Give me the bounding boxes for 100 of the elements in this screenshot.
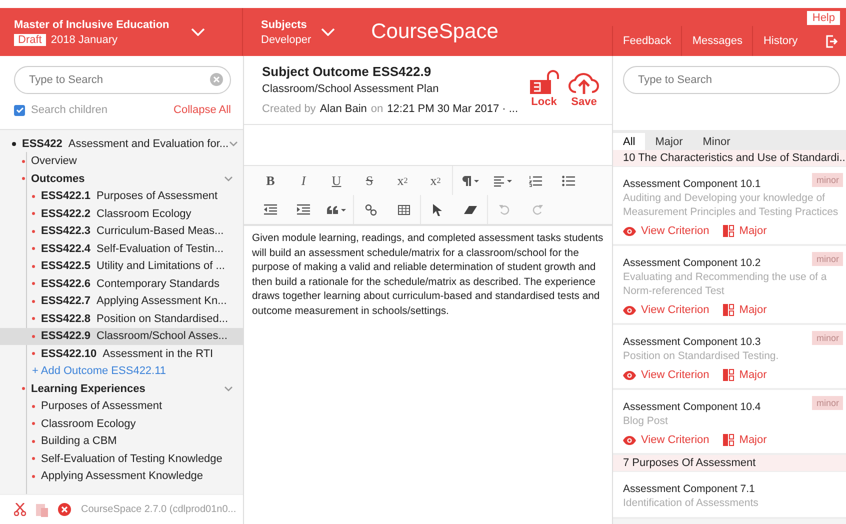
chevron-down-icon[interactable]	[224, 386, 233, 392]
status-badge: Draft	[14, 34, 46, 46]
bullet-list-icon[interactable]	[562, 174, 575, 186]
major-link[interactable]: Major	[723, 304, 767, 316]
item-title: Assessment and Evaluation for...	[68, 138, 229, 150]
item-code: ESS422	[22, 138, 62, 150]
checkbox[interactable]	[14, 104, 25, 116]
tree-item[interactable]: Self-Evaluation of Testing Knowledge	[0, 450, 243, 468]
help-button[interactable]: Help	[807, 11, 840, 25]
indent-icon[interactable]	[297, 204, 310, 215]
item-title: Applying Assessment Knowledge	[41, 470, 204, 482]
item-code: ESS422.8	[41, 312, 91, 325]
view-criterion-link[interactable]: View Criterion	[623, 369, 710, 381]
item-code: ESS422.5	[41, 260, 91, 272]
tree-item[interactable]: ESS422.5 Utility and Limitations of ...	[0, 258, 243, 275]
checkbox-label: Search children	[31, 104, 108, 116]
layout-icon	[723, 369, 734, 381]
tree-item[interactable]: ESS422 Assessment and Evaluation for...	[0, 135, 243, 152]
eye-icon	[623, 306, 636, 314]
group-header: 10 The Characteristics and Use of Standardi...	[613, 150, 846, 167]
view-criterion-link[interactable]: View Criterion	[623, 225, 710, 237]
tree-item[interactable]: ESS422.7 Applying Assessment Kn...	[0, 292, 243, 310]
format-button[interactable]: I	[287, 166, 320, 195]
criterion-description: Position on Standardised Testing.	[623, 349, 780, 363]
tree-item[interactable]: Applying Assessment Knowledge	[0, 468, 243, 485]
filter-tab[interactable]: All	[613, 133, 646, 150]
outdent-icon[interactable]	[264, 204, 277, 215]
tree-item[interactable]: ESS422.9 Classroom/School Asses...	[0, 328, 243, 345]
view-criterion-link[interactable]: View Criterion	[623, 304, 710, 316]
item-code: ESS422.9	[41, 330, 91, 342]
criterion-title: Assessment Component 10.1	[623, 178, 762, 190]
lock-button[interactable]: Lock	[526, 70, 562, 108]
align-icon[interactable]	[492, 174, 512, 186]
eye-icon	[623, 436, 636, 444]
tree-item[interactable]: Purposes of Assessment	[0, 398, 243, 415]
tree-item[interactable]: Building a CBM	[0, 432, 243, 450]
outcome-description[interactable]: Given module learning, readings, and completed assessment tasks students will build an assessment schedule/matrix for a classroom/school for the purpose of making a valid and reliable determination of student growth and then build a rationale for the schedule/matrix as described. The experience draws together learning about curriculum-based and standardised tests and outcome measurement in schools/settings.	[244, 226, 612, 325]
item-title: Self-Evaluation of Testin...	[96, 242, 224, 255]
tree-item[interactable]: ESS422.1 Purposes of Assessment	[0, 188, 243, 205]
author-name: Alan Bain	[320, 103, 367, 115]
criterion-description: Evaluating and Recommending the use of a Norm-referenced Test	[623, 270, 828, 298]
item-code: ESS422.4	[41, 242, 91, 255]
chevron-down-icon[interactable]	[224, 176, 233, 182]
weight-badge: minor	[812, 252, 843, 266]
tree-item[interactable]: ESS422.3 Curriculum-Based Meas...	[0, 222, 243, 240]
table-icon[interactable]	[398, 204, 410, 214]
format-button[interactable]: B	[254, 166, 287, 195]
tree-item[interactable]: ESS422.2 Classroom Ecology	[0, 205, 243, 222]
weight-badge: minor	[812, 331, 843, 345]
paragraph-icon[interactable]	[460, 174, 480, 186]
item-title: Purposes of Assessment	[96, 190, 218, 202]
search-field[interactable]: Type to Search	[623, 66, 840, 94]
major-link[interactable]: Major	[723, 225, 767, 237]
created-date: 12:21 PM 30 Mar 2017 · ...	[387, 103, 518, 115]
tree-item[interactable]: ESS422.6 Contemporary Standards	[0, 275, 243, 292]
chevron-down-icon[interactable]	[228, 140, 238, 147]
tree-item[interactable]: Classroom Ecology	[0, 415, 243, 432]
item-title: Purposes of Assessment	[41, 400, 162, 412]
eraser-icon[interactable]	[464, 204, 477, 214]
program-term: 2018 January	[50, 34, 118, 46]
meta-label: on	[370, 103, 384, 115]
search-field[interactable]: Type to Search	[14, 66, 231, 94]
ordered-list-icon[interactable]	[529, 174, 542, 186]
item-code: ESS422.2	[41, 208, 91, 220]
item-code: ESS422.3	[41, 225, 91, 238]
tree-item[interactable]: ESS422.8 Position on Standardised...	[0, 310, 243, 328]
tree-item[interactable]: Overview	[0, 152, 243, 170]
link-icon[interactable]	[364, 204, 376, 216]
format-button[interactable]: U	[320, 166, 353, 195]
item-title: Contemporary Standards	[96, 278, 220, 290]
eye-icon	[623, 226, 636, 236]
add-outcome-link[interactable]: + Add Outcome ESS422.11	[32, 365, 166, 378]
program-title: Master of Inclusive Education	[14, 18, 170, 30]
save-button[interactable]: Save	[566, 70, 602, 108]
criterion-description: Identification of Assessments	[623, 496, 760, 510]
tree-item[interactable]: Learning Experiences	[0, 380, 243, 398]
item-title: Assessment in the RTI	[102, 348, 214, 360]
item-title: Self-Evaluation of Testing Knowledge	[41, 452, 222, 465]
tree-item[interactable]: Outcomes	[0, 170, 243, 188]
item-title: Classroom Ecology	[41, 418, 136, 430]
item-title: Curriculum-Based Meas...	[96, 225, 224, 238]
close-circle-icon[interactable]	[58, 503, 71, 516]
tree-item[interactable]: ESS422.10 Assessment in the RTI	[0, 345, 243, 362]
item-title: Classroom/School Asses...	[96, 330, 228, 342]
layout-icon	[723, 304, 734, 316]
format-button[interactable]: S	[353, 166, 386, 195]
criterion-title: Assessment Component 10.4	[623, 401, 762, 413]
tree-item[interactable]: ESS422.4 Self-Evaluation of Testin...	[0, 240, 243, 258]
item-title: Position on Standardised...	[96, 312, 228, 325]
collapse-all-link[interactable]: Collapse All	[174, 104, 231, 116]
major-link[interactable]: Major	[723, 369, 767, 381]
item-title: Applying Assessment Kn...	[96, 295, 227, 308]
pointer-icon[interactable]	[433, 204, 442, 216]
major-link[interactable]: Major	[723, 434, 767, 446]
view-criterion-link[interactable]: View Criterion	[623, 434, 710, 446]
scissors-icon[interactable]	[14, 503, 26, 516]
criterion-title: Assessment Component 10.3	[623, 336, 762, 348]
logout-icon[interactable]	[826, 34, 838, 48]
quote-icon[interactable]	[326, 204, 346, 214]
version-text: CourseSpace 2.7.0 (cdlprod01n0...	[81, 504, 236, 515]
